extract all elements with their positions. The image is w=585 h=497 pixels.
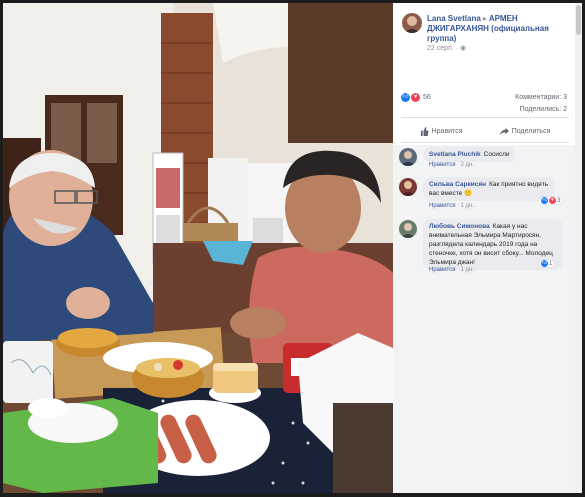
arrow-right-icon: ▸ bbox=[482, 14, 487, 23]
comment-author[interactable]: Сильва Саркисян bbox=[429, 181, 486, 188]
post-photo[interactable] bbox=[3, 3, 393, 493]
post-meta: 22 серп. · ◉ bbox=[427, 44, 466, 52]
comment-time[interactable]: 1 дн. bbox=[460, 267, 474, 273]
share-button[interactable]: Поделиться bbox=[499, 127, 551, 136]
globe-icon: · ◉ bbox=[455, 45, 467, 52]
scrollbar[interactable] bbox=[575, 3, 582, 493]
comment-time[interactable]: 2 дн. bbox=[460, 162, 474, 168]
love-reaction-icon: ♥ bbox=[411, 93, 420, 102]
comment-actions: Нравится 1 дн. bbox=[429, 203, 474, 209]
photo-viewer: Lana Svetlana ▸ АРМЕН ДЖИГАРХАНЯН (официал… bbox=[0, 0, 585, 497]
commenter-avatar[interactable] bbox=[399, 178, 417, 196]
comment-text: Сосисли bbox=[483, 151, 510, 158]
comment-actions: Нравится 2 дн. bbox=[429, 162, 474, 168]
share-arrow-icon bbox=[499, 127, 509, 135]
comment-time[interactable]: 1 дн. bbox=[460, 203, 474, 209]
love-reaction-icon: ♥ bbox=[549, 197, 556, 204]
reactions-count[interactable]: 56 bbox=[423, 94, 431, 101]
smile-emoji-icon: 🙂 bbox=[464, 190, 473, 197]
like-button[interactable]: Нравится bbox=[420, 126, 463, 136]
like-reaction-icon: 👍︎ bbox=[401, 93, 410, 102]
comment-like-link[interactable]: Нравится bbox=[429, 267, 455, 273]
comment-item: Сильва Саркисян Как приятно видеть вас вм… bbox=[399, 175, 569, 211]
shares-count[interactable]: Поделились: 2 bbox=[520, 106, 567, 113]
thumbs-up-icon bbox=[420, 126, 429, 136]
comment-reactions[interactable]: 👍︎ 1 bbox=[539, 260, 555, 267]
like-reaction-icon: 👍︎ bbox=[541, 260, 548, 267]
divider bbox=[401, 117, 569, 118]
commenter-avatar[interactable] bbox=[399, 148, 417, 166]
like-button-label: Нравится bbox=[431, 127, 463, 135]
avatar-image bbox=[399, 220, 417, 238]
reaction-icons[interactable]: 👍︎ ♥ bbox=[401, 93, 421, 102]
comment-author[interactable]: Любовь Симонова bbox=[429, 223, 490, 230]
divider bbox=[401, 142, 569, 143]
photo-image bbox=[3, 3, 393, 493]
author-name-link[interactable]: Lana Svetlana bbox=[427, 14, 481, 23]
post-actions: Нравится Поделиться bbox=[401, 121, 569, 141]
scrollbar-thumb[interactable] bbox=[576, 5, 581, 35]
comment-bubble: Svetlana Pluchik Сосисли bbox=[423, 147, 516, 162]
comment-like-link[interactable]: Нравится bbox=[429, 203, 455, 209]
share-button-label: Поделиться bbox=[511, 127, 551, 135]
comment-reactions[interactable]: 👍︎ ♥ 3 bbox=[539, 197, 563, 204]
comment-actions: Нравится 1 дн. bbox=[429, 267, 474, 273]
reactions-bar: 👍︎ ♥ 56 Комментарии: 3 Поделились: 2 bbox=[401, 93, 569, 113]
comment-reaction-count: 3 bbox=[557, 197, 561, 204]
comment-item: Любовь Симонова Какая у нас внимательная … bbox=[399, 217, 569, 277]
comment-bubble: Сильва Саркисян Как приятно видеть вас вм… bbox=[423, 177, 555, 201]
like-reaction-icon: 👍︎ bbox=[541, 197, 548, 204]
comment-author[interactable]: Svetlana Pluchik bbox=[429, 151, 481, 158]
comments-list: Svetlana Pluchik Сосисли Нравится 2 дн. Си… bbox=[393, 145, 575, 493]
avatar-image bbox=[402, 13, 422, 33]
post-date[interactable]: 22 серп. bbox=[427, 45, 454, 52]
comment-reaction-count: 1 bbox=[549, 260, 553, 267]
comments-count[interactable]: Комментарии: 3 bbox=[515, 94, 567, 101]
commenter-avatar[interactable] bbox=[399, 220, 417, 238]
avatar-image bbox=[399, 148, 417, 166]
post-title: Lana Svetlana ▸ АРМЕН ДЖИГАРХАНЯН (официал… bbox=[427, 14, 572, 44]
author-avatar[interactable] bbox=[402, 13, 422, 33]
avatar-image bbox=[399, 178, 417, 196]
comment-item: Svetlana Pluchik Сосисли Нравится 2 дн. bbox=[399, 147, 569, 171]
comment-like-link[interactable]: Нравится bbox=[429, 162, 455, 168]
post-sidebar: Lana Svetlana ▸ АРМЕН ДЖИГАРХАНЯН (официал… bbox=[393, 3, 575, 493]
